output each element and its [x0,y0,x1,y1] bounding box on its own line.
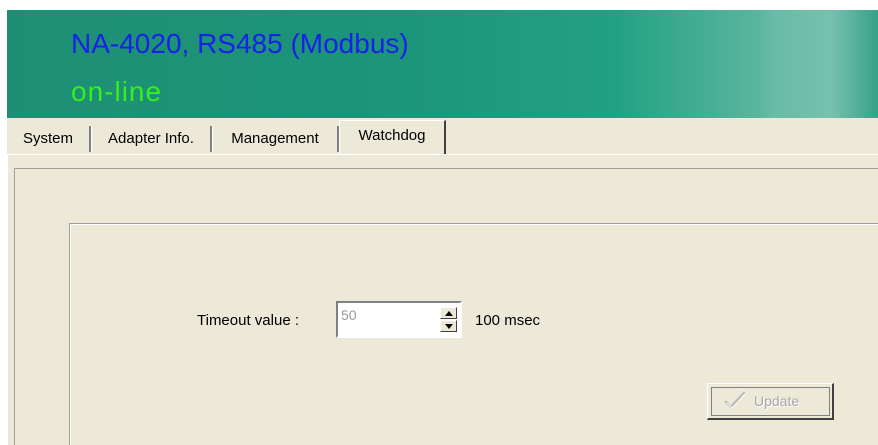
panel-top-border [8,154,878,155]
timeout-input[interactable] [341,305,427,325]
spin-up-button[interactable] [440,307,457,319]
tab-adapter-info[interactable]: Adapter Info. [91,126,212,152]
spinner-buttons [440,307,457,333]
check-pencil-icon [724,391,746,409]
banner-gradient [758,10,878,118]
tab-system[interactable]: System [7,126,91,152]
timeout-label: Timeout value : [197,312,299,329]
spin-down-button[interactable] [440,320,457,332]
arrow-down-icon [445,324,453,329]
tab-bar: System Adapter Info. Management Watchdog [7,118,878,154]
connection-status: on-line [71,76,163,107]
timeout-spinner[interactable] [336,301,462,338]
update-button[interactable]: Update [707,383,834,420]
tab-management[interactable]: Management [212,126,339,152]
update-label: Update [754,393,800,409]
header-banner: NA-4020, RS485 (Modbus) on-line [7,10,878,118]
main-window: NA-4020, RS485 (Modbus) on-line System A… [0,0,878,445]
timeout-unit-label: 100 msec [475,312,541,329]
arrow-up-icon [445,311,453,316]
tab-watchdog[interactable]: Watchdog [339,120,446,154]
device-title: NA-4020, RS485 (Modbus) [71,28,409,59]
